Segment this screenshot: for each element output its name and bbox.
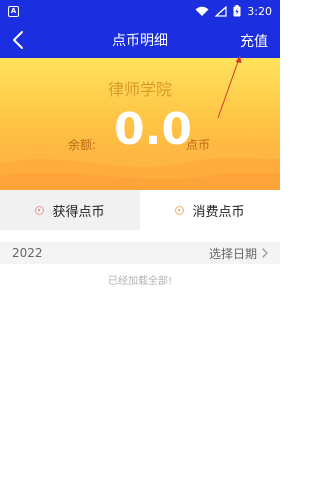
signal-icon bbox=[215, 5, 227, 17]
select-date-button[interactable]: 选择日期 bbox=[209, 245, 270, 262]
date-filter-bar: 2022 选择日期 bbox=[0, 242, 280, 264]
filter-year: 2022 bbox=[12, 246, 43, 260]
tab-spent-label: 消费点币 bbox=[192, 204, 245, 220]
status-bar-left: A bbox=[8, 5, 19, 17]
select-date-label: 选择日期 bbox=[208, 246, 257, 261]
nav-bar: 点币明细 充值 bbox=[0, 22, 280, 58]
status-time: 3:20 bbox=[247, 4, 272, 18]
wifi-icon bbox=[195, 6, 209, 16]
app-notification-icon: A bbox=[8, 5, 19, 17]
balance-banner: 律师学院 余额: 0.0 点币 bbox=[0, 58, 280, 190]
tab-earned-label: 获得点币 bbox=[52, 204, 105, 220]
status-bar: A 3:20 bbox=[0, 0, 280, 22]
chevron-right-icon bbox=[262, 248, 268, 258]
spend-dot-icon bbox=[175, 205, 185, 215]
earn-dot-icon bbox=[35, 205, 45, 215]
app-icon-letter: A bbox=[10, 6, 17, 15]
tab-earned-points[interactable]: 获得点币 bbox=[0, 190, 140, 230]
page-title: 点币明细 bbox=[112, 33, 168, 49]
recharge-button[interactable]: 充值 bbox=[240, 31, 268, 51]
balance-value: 0.0 bbox=[114, 104, 192, 155]
balance-unit: 点币 bbox=[186, 138, 211, 152]
battery-icon bbox=[233, 5, 241, 17]
tab-spent-points[interactable]: 消费点币 bbox=[140, 190, 280, 230]
balance-label: 余额: bbox=[68, 138, 97, 152]
chevron-left-icon[interactable] bbox=[8, 29, 30, 51]
status-bar-right: 3:20 bbox=[195, 5, 272, 18]
list-end-text: 已经加载全部! bbox=[107, 276, 172, 287]
college-title: 律师学院 bbox=[107, 80, 172, 99]
tab-bar: 获得点币 消费点币 bbox=[0, 190, 280, 230]
